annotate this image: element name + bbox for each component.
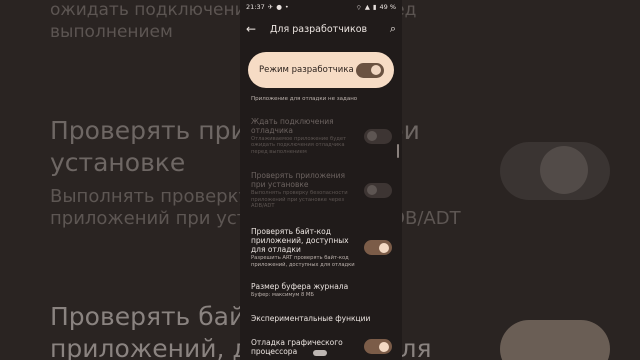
setting-title: Проверять приложения при установке [251, 171, 346, 190]
developer-mode-toggle[interactable] [356, 62, 384, 78]
signal-icon: ▲ [364, 3, 370, 11]
setting-summary: Отлаживаемое приложение будет ожидать по… [251, 136, 347, 155]
setting-log-buffer[interactable]: Размер буфера журнала Буфер: максимум 8 … [240, 282, 402, 298]
nav-home-pill[interactable] [312, 350, 327, 356]
battery-icon: ▮ [372, 3, 377, 11]
developer-mode-switch-card[interactable]: Режим разработчика [248, 52, 394, 88]
phone-screen: 21:37 ✈ ● • ⌔ ▲ ▮ 49 % ← Для разработчик… [240, 0, 402, 360]
setting-title: Проверять байт-код приложений, доступных… [251, 227, 349, 255]
bg-text-2: выполнением [50, 22, 173, 42]
nav-back-icon[interactable]: ‹ [268, 349, 271, 358]
scrollbar[interactable] [397, 144, 399, 158]
message-icon: ● [276, 3, 282, 11]
verify-bytecode-toggle[interactable] [364, 240, 392, 256]
setting-title: Ждать подключения отладчика [251, 117, 334, 135]
back-arrow-icon[interactable]: ← [246, 22, 270, 36]
debug-app-note: Приложение для отладки не задано [251, 96, 358, 102]
setting-title: Экспериментальные функции [251, 313, 371, 323]
verify-apps-toggle[interactable] [364, 182, 392, 198]
bg-toggle-blur-2 [500, 320, 610, 360]
setting-wait-debugger[interactable]: Ждать подключения отладчика Отлаживаемое… [240, 117, 402, 155]
bg-toggle-knob-blur [540, 146, 588, 194]
wifi-icon: ⌔ [355, 3, 362, 12]
setting-summary: Буфер: максимум 8 МБ [251, 292, 314, 299]
wait-debugger-toggle[interactable] [364, 128, 392, 144]
setting-verify-bytecode[interactable]: Проверять байт-код приложений, доступных… [240, 227, 402, 268]
more-notifications-icon: • [284, 3, 289, 11]
setting-summary: Выполнять проверку безопасности приложен… [251, 190, 348, 210]
app-bar: ← Для разработчиков ⌕ [240, 14, 402, 44]
status-bar: 21:37 ✈ ● • ⌔ ▲ ▮ 49 % [240, 0, 402, 14]
setting-experimental-features[interactable]: Экспериментальные функции [240, 314, 402, 323]
developer-mode-label: Режим разработчика [259, 65, 354, 75]
setting-summary: Разрешить ART проверять байт-код приложе… [251, 255, 355, 268]
bg-text-4: установке [50, 148, 186, 177]
status-time: 21:37 [246, 3, 265, 11]
setting-title: Размер буфера журнала [251, 282, 349, 292]
page-title: Для разработчиков [270, 23, 368, 35]
setting-verify-apps[interactable]: Проверять приложения при установке Выпол… [240, 171, 402, 209]
battery-percent: 49 % [379, 3, 396, 11]
notification-icon: ✈ [267, 3, 274, 11]
navigation-bar: ‹ [240, 346, 402, 360]
search-icon[interactable]: ⌕ [390, 22, 396, 36]
